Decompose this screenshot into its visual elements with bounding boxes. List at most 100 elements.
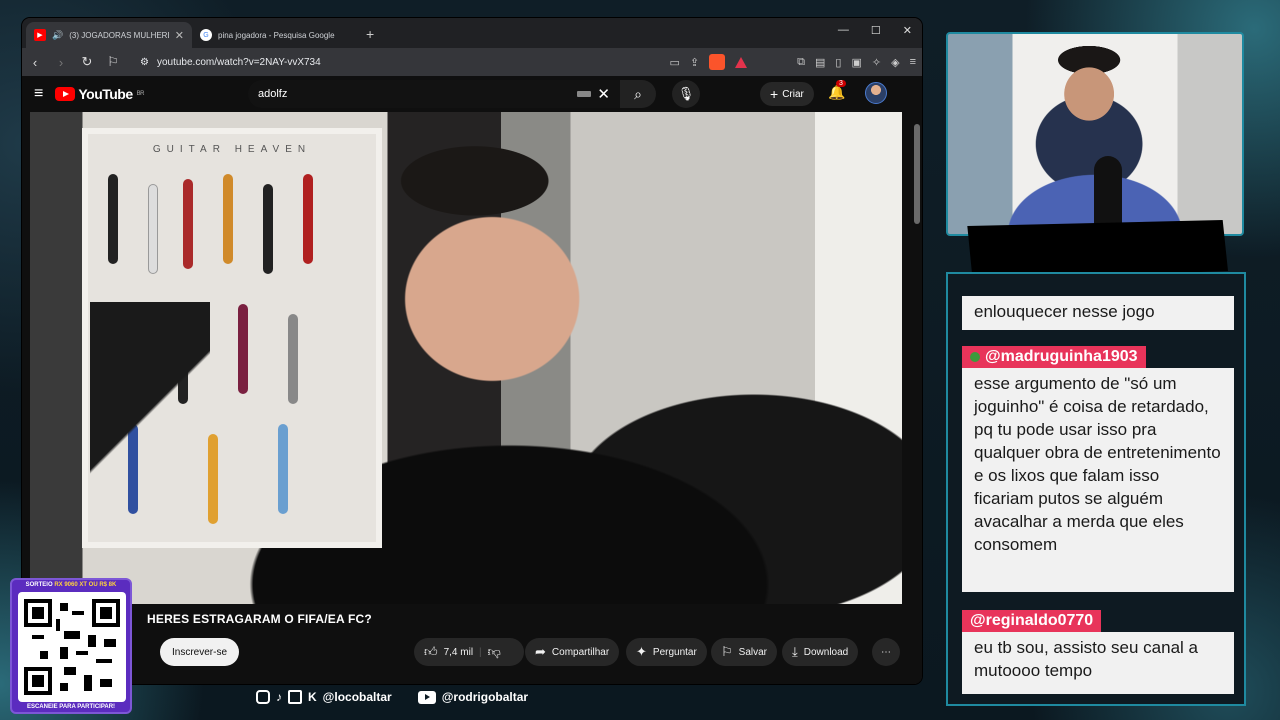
youtube-page: ≡ YouTube BR adolfz ✕ ⌕ 🎙 + Criar 🔔 3 GU… [22, 76, 922, 684]
back-icon[interactable]: ‹ [28, 55, 42, 70]
hamburger-menu-icon[interactable]: ≡ [34, 85, 43, 103]
sparkle-icon: ✦ [636, 644, 647, 659]
chat-message: enlouquecer nesse jogo [962, 296, 1234, 330]
social-handle: @locobaltar [322, 690, 392, 704]
thumbs-down-icon[interactable]: 👎︎ [488, 644, 501, 660]
download-label: Download [803, 646, 849, 658]
brave-rewards-icon[interactable] [735, 56, 748, 68]
youtube-play-icon [55, 87, 76, 101]
chat-username: @reginaldo0770 [962, 610, 1102, 632]
puzzle-icon[interactable]: ⧉ [797, 56, 805, 69]
brave-shield-icon[interactable] [709, 54, 726, 70]
like-dislike-group: 👍︎ 7,4 mil | 👎︎ [414, 638, 524, 666]
guitar [288, 314, 298, 404]
share-label: Compartilhar [551, 646, 610, 658]
new-tab-button[interactable]: + [366, 26, 374, 42]
tab-title: (3) JOGADORAS MULHERES ESTRA [69, 30, 169, 40]
video-title: HERES ESTRAGARAM O FIFA/EA FC? [147, 612, 372, 626]
guitar [303, 174, 313, 264]
guitar [148, 184, 158, 274]
share-button[interactable]: ➦ Compartilhar [525, 638, 620, 666]
bookmark-icon: ⚐ [721, 644, 733, 659]
chat-username: @madruguinha1903 [962, 346, 1146, 368]
download-icon: ⤓ [792, 644, 798, 659]
create-label: Criar [782, 88, 804, 100]
giveaway-qr-panel: SORTEIO RX 9060 XT OU R$ 8K ESCANEIE PAR… [10, 578, 132, 714]
url-field[interactable]: ⚙ youtube.com/watch?v=2NAY-vvX734 [132, 51, 658, 73]
scrollbar-thumb[interactable] [914, 124, 920, 224]
url-text: youtube.com/watch?v=2NAY-vvX734 [156, 56, 321, 68]
thumbs-up-icon[interactable]: 👍︎ [424, 644, 438, 660]
chat-message-text: esse argumento de "só um joguinho" é coi… [974, 374, 1221, 554]
microphone-arm [90, 302, 210, 602]
tab-strip: ▶ 🔊 (3) JOGADORAS MULHERES ESTRA ✕ G pin… [22, 18, 922, 48]
bookmark-icon[interactable]: ⚐ [106, 54, 120, 70]
share-icon[interactable]: ⇪ [690, 56, 699, 69]
chat-username-text: @reginaldo0770 [970, 612, 1094, 629]
board-text: GUITAR HEAVEN [152, 144, 312, 155]
ask-button[interactable]: ✦ Perguntar [626, 638, 707, 666]
maximize-icon[interactable]: ☐ [871, 24, 881, 37]
chat-message-text: eu tb sou, assisto seu canal a mutoooo t… [974, 638, 1198, 680]
create-button[interactable]: + Criar [760, 82, 814, 106]
more-actions-button[interactable]: ⋯ [872, 638, 900, 666]
youtube-logo[interactable]: YouTube BR [55, 86, 145, 102]
video-player[interactable]: GUITAR HEAVEN [30, 112, 902, 604]
avatar[interactable] [865, 82, 887, 104]
guitar [223, 174, 233, 264]
divider: | [479, 646, 482, 658]
reader-icon[interactable]: ▤ [815, 56, 825, 69]
tab-title: pina jogadora - Pesquisa Google [218, 30, 335, 40]
sidebar-icon[interactable]: ▯ [835, 56, 841, 69]
tab-google[interactable]: G pina jogadora - Pesquisa Google [192, 22, 358, 48]
giveaway-cta: ESCANEIE PARA PARTICIPAR! [26, 704, 116, 710]
tab-youtube[interactable]: ▶ 🔊 (3) JOGADORAS MULHERES ESTRA ✕ [26, 22, 192, 48]
menu-icon[interactable]: ≡ [910, 56, 916, 68]
more-icon: ⋯ [881, 646, 891, 658]
close-window-icon[interactable]: ✕ [903, 24, 912, 37]
microphone-icon: 🎙 [677, 86, 695, 101]
chat-message: eu tb sou, assisto seu canal a mutoooo t… [962, 632, 1234, 694]
user-badge-icon [970, 352, 980, 362]
browser-window: ▶ 🔊 (3) JOGADORAS MULHERES ESTRA ✕ G pin… [22, 18, 922, 684]
search-icon: ⌕ [634, 85, 642, 102]
twitch-icon [288, 690, 302, 704]
close-tab-icon[interactable]: ✕ [175, 29, 184, 42]
ask-label: Perguntar [652, 646, 697, 658]
notifications-button[interactable]: 🔔 3 [828, 80, 846, 101]
search-value: adolfz [258, 88, 288, 100]
webcam-feed [946, 32, 1244, 236]
download-button[interactable]: ⤓ Download [782, 638, 859, 666]
forward-icon[interactable]: › [54, 55, 68, 70]
qr-code [18, 592, 126, 702]
reload-icon[interactable]: ↻ [80, 54, 94, 70]
voice-search-button[interactable]: 🎙 [672, 80, 700, 108]
webcam-nameplate [967, 220, 1228, 280]
search-button[interactable]: ⌕ [620, 80, 656, 108]
site-info-icon[interactable]: ⚙ [140, 57, 149, 68]
subscribe-button[interactable]: Inscrever-se [160, 638, 240, 666]
vpn-icon[interactable]: ◈ [891, 56, 899, 69]
google-favicon-icon: G [200, 29, 212, 41]
youtube-icon [417, 690, 436, 704]
instagram-icon [256, 690, 270, 704]
minimize-icon[interactable]: — [838, 24, 849, 37]
clear-search-icon[interactable]: ✕ [597, 85, 610, 103]
address-bar: ‹ › ↻ ⚐ ⚙ youtube.com/watch?v=2NAY-vvX73… [22, 48, 922, 76]
social-handle: @rodrigobaltar [441, 690, 529, 704]
audio-icon[interactable]: 🔊 [52, 30, 63, 41]
search-input[interactable]: adolfz ✕ [248, 80, 620, 108]
guitar [183, 179, 193, 269]
save-button[interactable]: ⚐ Salvar [711, 638, 778, 666]
like-count[interactable]: 7,4 mil [444, 647, 473, 658]
chat-message: esse argumento de "só um joguinho" é coi… [962, 368, 1234, 592]
wallet-icon[interactable]: ▣ [851, 56, 861, 69]
notification-badge: 3 [836, 80, 846, 87]
leo-icon[interactable]: ✧ [872, 56, 881, 69]
scrollbar[interactable] [914, 112, 920, 672]
giveaway-label: SORTEIO [25, 582, 53, 588]
qr-code-graphic [24, 599, 120, 695]
window-controls: — ☐ ✕ [838, 24, 912, 37]
cast-icon[interactable]: ▭ [670, 56, 680, 69]
keyboard-icon[interactable] [577, 91, 592, 97]
